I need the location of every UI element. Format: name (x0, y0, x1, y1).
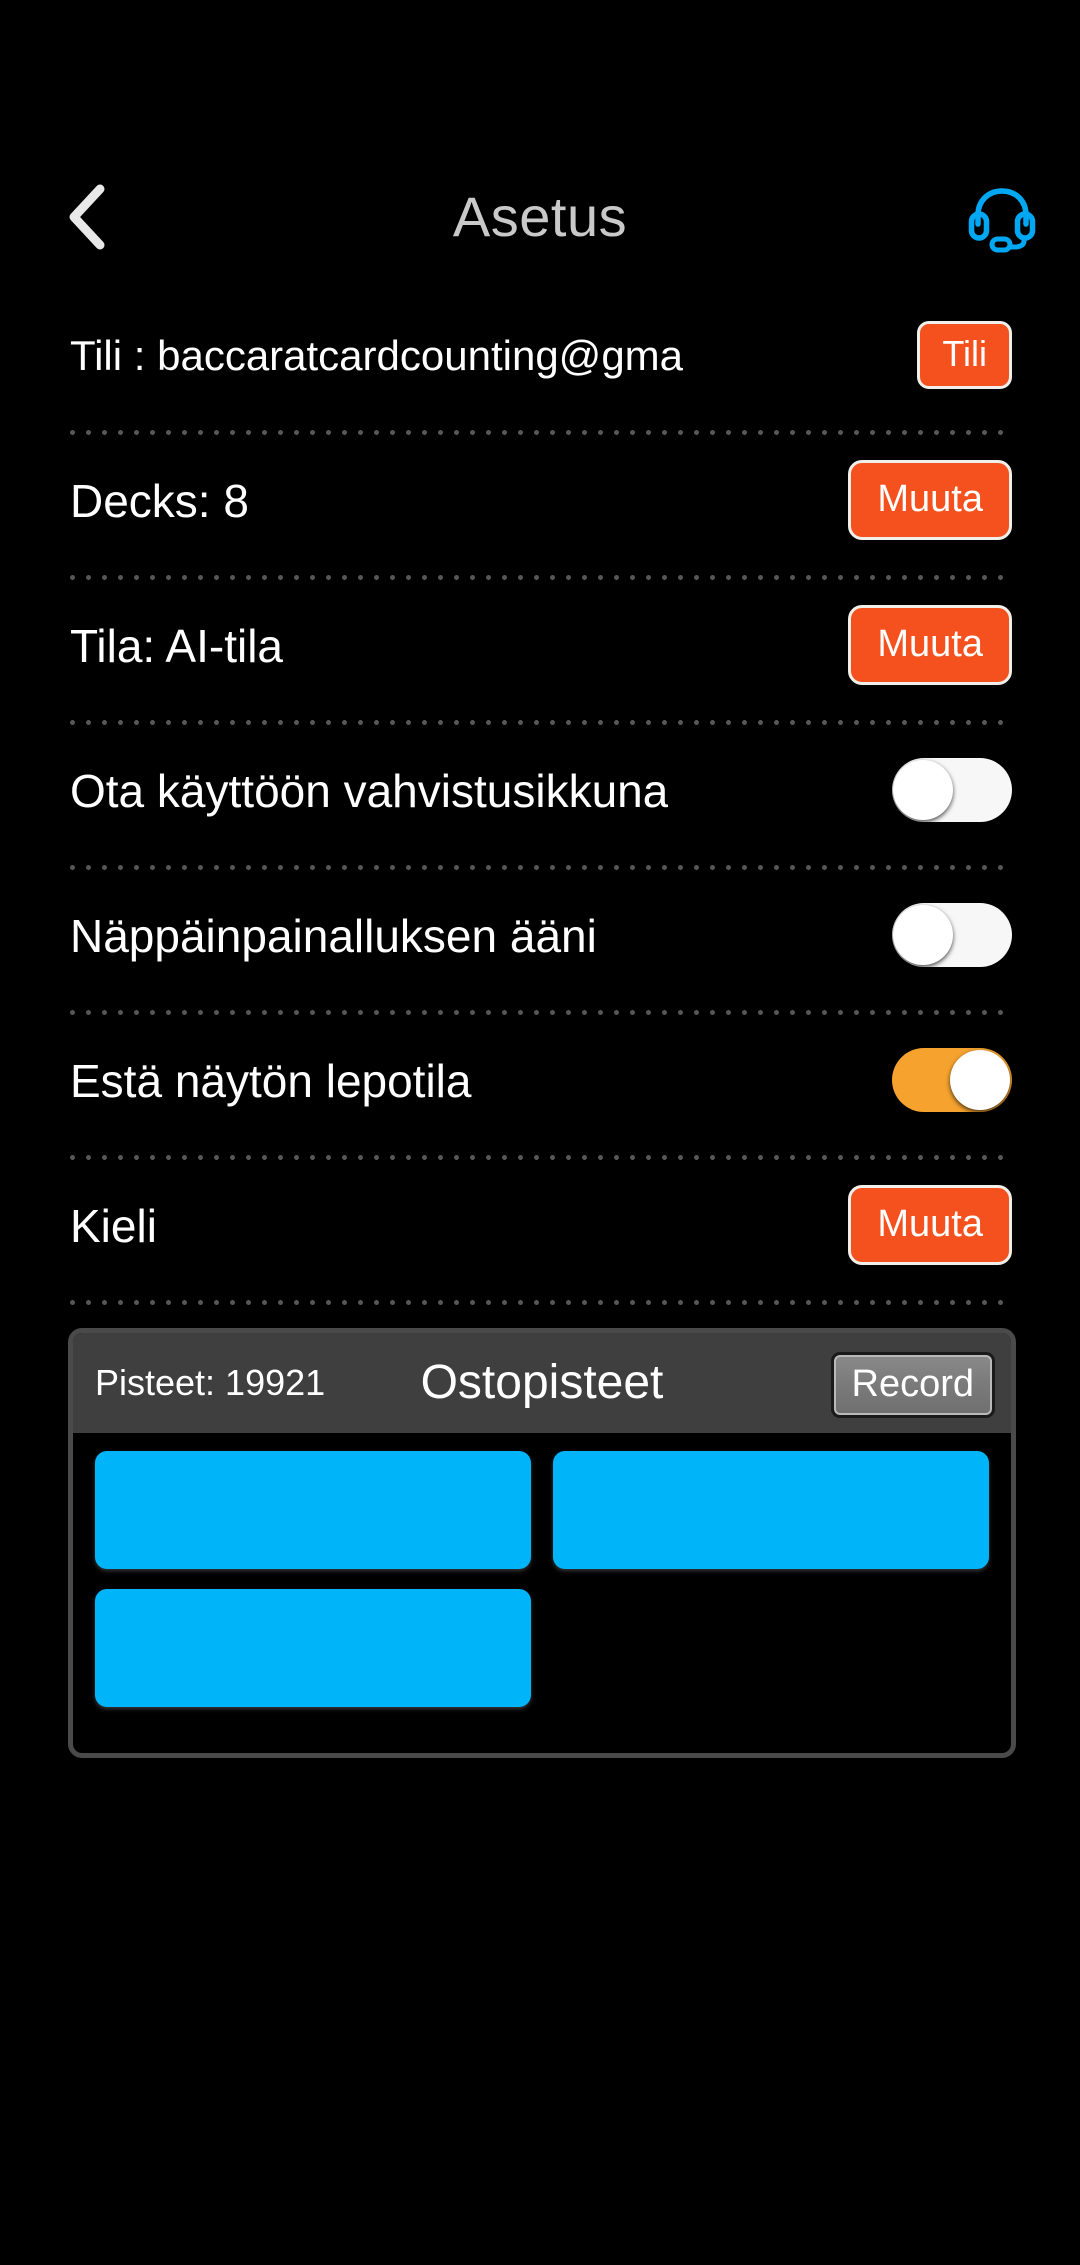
setting-label-prevent-sleep: Estä näytön lepotila (70, 1054, 472, 1107)
setting-row-account: Tili : baccaratcardcounting@gma Tili (70, 290, 1014, 435)
settings-list: Tili : baccaratcardcounting@gma Tili Dec… (0, 290, 1080, 1305)
setting-label-language: Kieli (70, 1199, 157, 1252)
language-change-button[interactable]: Muuta (848, 1184, 1012, 1265)
setting-label-mode: Tila: AI-tila (70, 619, 284, 672)
record-button[interactable]: Record (830, 1352, 995, 1418)
toggle-knob (893, 759, 953, 820)
decks-change-button[interactable]: Muuta (848, 459, 1012, 540)
setting-row-keypress-sound: Näppäinpainalluksen ääni (70, 870, 1014, 1015)
setting-row-confirm-dialog: Ota käyttöön vahvistusikkuna (70, 725, 1014, 870)
purchase-tile[interactable] (95, 1589, 531, 1707)
purchase-tile[interactable] (553, 1451, 989, 1569)
support-button[interactable] (962, 178, 1042, 258)
mode-change-button[interactable]: Muuta (848, 604, 1012, 685)
purchase-points-card: Pisteet: 19921 Ostopisteet Record (68, 1328, 1016, 1758)
points-score-label: Pisteet: 19921 (95, 1362, 326, 1403)
settings-screen: Asetus Tili : baccaratcardcounting@gma T… (0, 0, 1080, 2265)
confirm-dialog-toggle[interactable] (892, 757, 1012, 822)
page-title: Asetus (452, 185, 628, 248)
toggle-knob (950, 1049, 1010, 1110)
setting-label-account: Tili : baccaratcardcounting@gma (70, 331, 684, 379)
purchase-points-grid (73, 1433, 1011, 1727)
keypress-sound-toggle[interactable] (892, 902, 1012, 967)
setting-label-keypress-sound: Näppäinpainalluksen ääni (70, 909, 597, 962)
headset-icon (965, 179, 1039, 258)
setting-row-mode: Tila: AI-tila Muuta (70, 580, 1014, 725)
setting-label-confirm-dialog: Ota käyttöön vahvistusikkuna (70, 764, 669, 817)
purchase-tile[interactable] (95, 1451, 531, 1569)
setting-label-decks: Decks: 8 (70, 474, 249, 527)
setting-row-language: Kieli Muuta (70, 1160, 1014, 1305)
prevent-sleep-toggle[interactable] (892, 1047, 1012, 1112)
purchase-points-header: Pisteet: 19921 Ostopisteet Record (73, 1333, 1011, 1433)
app-header: Asetus (0, 0, 1080, 290)
setting-row-prevent-sleep: Estä näytön lepotila (70, 1015, 1014, 1160)
setting-row-decks: Decks: 8 Muuta (70, 435, 1014, 580)
account-button[interactable]: Tili (917, 320, 1012, 389)
toggle-knob (893, 904, 953, 965)
